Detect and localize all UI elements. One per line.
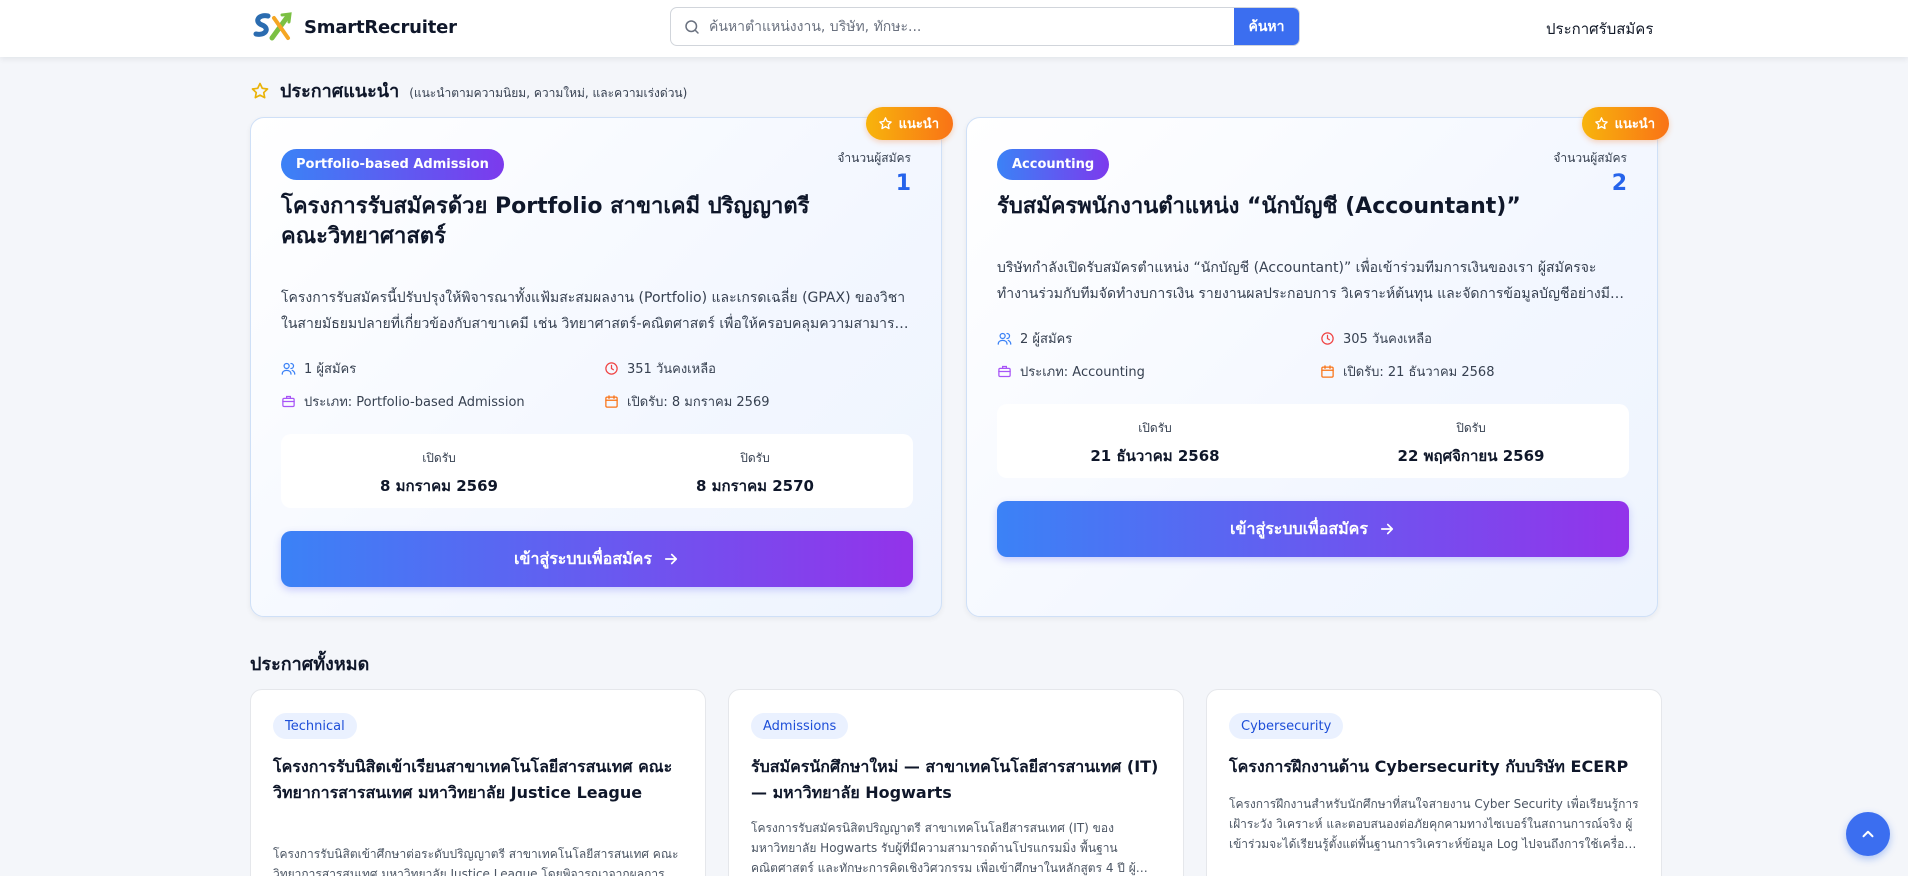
calendar-icon [605, 395, 618, 408]
search-bar: ค้นหา [670, 7, 1300, 46]
brand-logo-icon [253, 12, 292, 41]
card-title[interactable]: รับสมัครนักศึกษาใหม่ — สาขาเทคโนโลยีสารส… [751, 754, 1161, 806]
users-icon [997, 332, 1012, 345]
card-description: โครงการฝึกงานสำหรับนักศึกษาที่สนใจสายงาน… [1229, 797, 1639, 851]
scroll-to-top-button[interactable] [1846, 812, 1890, 856]
meta-days-left-text: 351 วันคงเหลือ [627, 362, 716, 377]
card-description: โครงการรับนิสิตเข้าศึกษาต่อระดับปริญญาตร… [273, 847, 679, 876]
search-input[interactable] [709, 8, 1179, 45]
close-date-block: ปิดรับ 8 มกราคม 2570 [597, 449, 913, 498]
close-date-value: 8 มกราคม 2570 [695, 477, 814, 495]
apply-button-label: เข้าสู่ระบบเพื่อสมัคร [1230, 518, 1368, 538]
brand-name: SmartRecruiter [304, 16, 457, 38]
category-pill: Accounting [997, 149, 1110, 180]
card-title[interactable]: โครงการรับนิสิตเข้าเรียนสาขาเทคโนโลยีสาร… [273, 754, 683, 806]
search-button[interactable]: ค้นหา [1234, 8, 1299, 45]
clock-icon [605, 362, 618, 375]
featured-subtitle: (แนะนำตามความนิยม, ความใหม่, และความเร่ง… [409, 86, 688, 100]
close-date-label: ปิดรับ [1456, 421, 1486, 435]
meta-days-left-text: 305 วันคงเหลือ [1343, 332, 1432, 347]
clock-icon [1321, 332, 1334, 345]
recommended-badge: แนะนำ [865, 107, 953, 140]
card-title[interactable]: รับสมัครพนักงานตำแหน่ง “นักบัญชี (Accoun… [997, 192, 1597, 222]
card-title[interactable]: โครงการรับสมัครด้วย Portfolio สาขาเคมี ป… [281, 192, 841, 252]
meta-open-date: เปิดรับ: 21 ธันวาคม 2568 [1320, 361, 1494, 382]
chevron-up-icon [1862, 830, 1874, 838]
open-date-label: เปิดรับ [1138, 421, 1172, 435]
featured-card[interactable]: แนะนำ Portfolio-based Admission จำนวนผู้… [250, 107, 953, 617]
open-date-block: เปิดรับ 21 ธันวาคม 2568 [997, 419, 1313, 468]
top-navbar: SmartRecruiter ค้นหา ประกาศรับสมัคร [0, 0, 1908, 57]
briefcase-icon [282, 395, 295, 408]
meta-applicants-text: 1 ผู้สมัคร [304, 362, 357, 377]
star-icon [251, 82, 269, 98]
star-icon [878, 117, 892, 130]
meta-days-left: 351 วันคงเหลือ [604, 358, 716, 379]
recommended-badge-label: แนะนำ [1614, 117, 1655, 132]
meta-open-date-text: เปิดรับ: 21 ธันวาคม 2568 [1343, 365, 1495, 380]
announcement-card[interactable]: Technical โครงการรับนิสิตเข้าเรียนสาขาเท… [250, 689, 706, 876]
meta-type: ประเภท: Accounting [997, 361, 1145, 382]
announcement-card[interactable]: Admissions รับสมัครนักศึกษาใหม่ — สาขาเท… [728, 689, 1184, 876]
dates-box: เปิดรับ 21 ธันวาคม 2568 ปิดรับ 22 พฤศจิก… [997, 404, 1629, 478]
meta-applicants: 2 ผู้สมัคร [997, 328, 1072, 349]
star-icon [1594, 117, 1608, 130]
meta-applicants: 1 ผู้สมัคร [281, 358, 356, 379]
meta-applicants-text: 2 ผู้สมัคร [1020, 332, 1073, 347]
open-date-label: เปิดรับ [422, 451, 456, 465]
recommended-badge: แนะนำ [1581, 107, 1669, 140]
category-pill: Technical [273, 713, 357, 739]
close-date-label: ปิดรับ [740, 451, 770, 465]
dates-box: เปิดรับ 8 มกราคม 2569 ปิดรับ 8 มกราคม 25… [281, 434, 913, 508]
meta-open-date: เปิดรับ: 8 มกราคม 2569 [604, 391, 770, 412]
recommended-badge-label: แนะนำ [898, 117, 939, 132]
applicant-count: 1 [895, 171, 911, 196]
close-date-value: 22 พฤศจิกายน 2569 [1397, 447, 1545, 465]
meta-type-text: ประเภท: Accounting [1020, 365, 1145, 380]
arrow-right-icon [664, 553, 678, 565]
search-icon [685, 20, 699, 34]
open-date-value: 21 ธันวาคม 2568 [1090, 447, 1220, 465]
open-date-value: 8 มกราคม 2569 [379, 477, 498, 495]
announcement-card[interactable]: Cybersecurity โครงการฝึกงานด้าน Cybersec… [1206, 689, 1662, 876]
users-icon [281, 362, 296, 375]
calendar-icon [1321, 365, 1334, 378]
featured-section-header: ประกาศแนะนำ (แนะนำตามความนิยม, ความใหม่,… [250, 76, 687, 105]
briefcase-icon [998, 365, 1011, 378]
arrow-right-icon [1380, 523, 1394, 535]
category-pill: Cybersecurity [1229, 713, 1344, 739]
applicant-count-label: จำนวนผู้สมัคร [1553, 151, 1627, 165]
meta-type-text: ประเภท: Portfolio-based Admission [304, 395, 525, 410]
close-date-block: ปิดรับ 22 พฤศจิกายน 2569 [1313, 419, 1629, 468]
card-description: โครงการรับสมัครนิสิตปริญญาตรี สาขาเทคโนโ… [751, 821, 1136, 875]
card-meta: 2 ผู้สมัคร 305 วันคงเหลือ ประเภท: Accoun… [997, 328, 1627, 398]
all-title: ประกาศทั้งหมด [250, 654, 370, 675]
featured-title: ประกาศแนะนำ [280, 81, 400, 102]
meta-days-left: 305 วันคงเหลือ [1320, 328, 1432, 349]
meta-type: ประเภท: Portfolio-based Admission [281, 391, 525, 412]
open-date-block: เปิดรับ 8 มกราคม 2569 [281, 449, 597, 498]
nav-announcements-link[interactable]: ประกาศรับสมัคร [1546, 17, 1653, 41]
category-pill: Admissions [751, 713, 849, 739]
card-meta: 1 ผู้สมัคร 351 วันคงเหลือ ประเภท: Portfo… [281, 358, 911, 428]
card-title[interactable]: โครงการฝึกงานด้าน Cybersecurity กับบริษั… [1229, 754, 1639, 780]
brand[interactable]: SmartRecruiter [252, 10, 457, 44]
applicant-count-label: จำนวนผู้สมัคร [837, 151, 911, 165]
all-section-header: ประกาศทั้งหมด [250, 649, 369, 678]
category-pill: Portfolio-based Admission [281, 149, 504, 180]
login-to-apply-button[interactable]: เข้าสู่ระบบเพื่อสมัคร [997, 501, 1629, 557]
meta-open-date-text: เปิดรับ: 8 มกราคม 2569 [627, 395, 770, 410]
card-description: บริษัทกำลังเปิดรับสมัครตำแหน่ง “นักบัญชี… [997, 260, 1610, 302]
login-to-apply-button[interactable]: เข้าสู่ระบบเพื่อสมัคร [281, 531, 913, 587]
card-description: โครงการรับสมัครนี้ปรับปรุงให้พิจารณาทั้ง… [281, 290, 906, 332]
applicant-count: 2 [1611, 171, 1627, 196]
apply-button-label: เข้าสู่ระบบเพื่อสมัคร [514, 548, 652, 568]
featured-card[interactable]: แนะนำ Accounting จำนวนผู้สมัคร 2 รับสมัค… [966, 107, 1669, 617]
